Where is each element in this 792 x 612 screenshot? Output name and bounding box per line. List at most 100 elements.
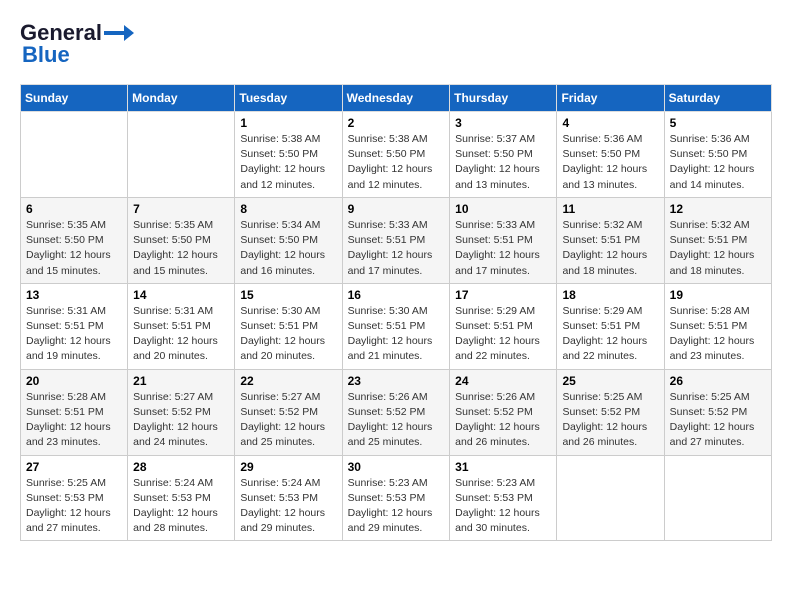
day-number: 24 bbox=[455, 374, 551, 388]
calendar-cell: 10 Sunrise: 5:33 AM Sunset: 5:51 PM Dayli… bbox=[450, 197, 557, 283]
calendar-cell: 25 Sunrise: 5:25 AM Sunset: 5:52 PM Dayli… bbox=[557, 369, 664, 455]
cell-details: Sunrise: 5:26 AM Sunset: 5:52 PM Dayligh… bbox=[348, 390, 445, 451]
day-number: 28 bbox=[133, 460, 229, 474]
day-number: 20 bbox=[26, 374, 122, 388]
calendar-cell: 17Sunrise: 5:29 AM Sunset: 5:51 PM Dayli… bbox=[450, 283, 557, 369]
weekday-header: Wednesday bbox=[342, 85, 450, 112]
cell-details: Sunrise: 5:37 AM Sunset: 5:50 PM Dayligh… bbox=[455, 132, 551, 193]
cell-details: Sunrise: 5:23 AM Sunset: 5:53 PM Dayligh… bbox=[455, 476, 551, 537]
calendar-cell bbox=[21, 112, 128, 198]
calendar-cell bbox=[664, 455, 771, 541]
cell-details: Sunrise: 5:33 AM Sunset: 5:51 PM Dayligh… bbox=[348, 218, 445, 279]
calendar-cell: 3 Sunrise: 5:37 AM Sunset: 5:50 PM Daylig… bbox=[450, 112, 557, 198]
calendar-cell: 21 Sunrise: 5:27 AM Sunset: 5:52 PM Dayli… bbox=[128, 369, 235, 455]
cell-details: Sunrise: 5:36 AM Sunset: 5:50 PM Dayligh… bbox=[562, 132, 658, 193]
day-number: 19 bbox=[670, 288, 766, 302]
day-number: 23 bbox=[348, 374, 445, 388]
calendar-week-row: 6 Sunrise: 5:35 AM Sunset: 5:50 PM Daylig… bbox=[21, 197, 772, 283]
calendar-cell: 19Sunrise: 5:28 AM Sunset: 5:51 PM Dayli… bbox=[664, 283, 771, 369]
cell-details: Sunrise: 5:32 AM Sunset: 5:51 PM Dayligh… bbox=[670, 218, 766, 279]
cell-details: Sunrise: 5:23 AM Sunset: 5:53 PM Dayligh… bbox=[348, 476, 445, 537]
day-number: 30 bbox=[348, 460, 445, 474]
cell-details: Sunrise: 5:29 AM Sunset: 5:51 PM Dayligh… bbox=[455, 304, 551, 365]
calendar-cell: 5 Sunrise: 5:36 AM Sunset: 5:50 PM Daylig… bbox=[664, 112, 771, 198]
cell-details: Sunrise: 5:30 AM Sunset: 5:51 PM Dayligh… bbox=[240, 304, 336, 365]
calendar-cell: 16 Sunrise: 5:30 AM Sunset: 5:51 PM Dayli… bbox=[342, 283, 450, 369]
day-number: 15 bbox=[240, 288, 336, 302]
weekday-header: Tuesday bbox=[235, 85, 342, 112]
weekday-header: Monday bbox=[128, 85, 235, 112]
day-number: 4 bbox=[562, 116, 658, 130]
day-number: 29 bbox=[240, 460, 336, 474]
cell-details: Sunrise: 5:25 AM Sunset: 5:52 PM Dayligh… bbox=[562, 390, 658, 451]
calendar-week-row: 1 Sunrise: 5:38 AM Sunset: 5:50 PM Daylig… bbox=[21, 112, 772, 198]
calendar-cell bbox=[128, 112, 235, 198]
calendar-cell: 24 Sunrise: 5:26 AM Sunset: 5:52 PM Dayli… bbox=[450, 369, 557, 455]
calendar-week-row: 27 Sunrise: 5:25 AM Sunset: 5:53 PM Dayli… bbox=[21, 455, 772, 541]
cell-details: Sunrise: 5:25 AM Sunset: 5:52 PM Dayligh… bbox=[670, 390, 766, 451]
day-number: 27 bbox=[26, 460, 122, 474]
cell-details: Sunrise: 5:27 AM Sunset: 5:52 PM Dayligh… bbox=[240, 390, 336, 451]
day-number: 25 bbox=[562, 374, 658, 388]
cell-details: Sunrise: 5:33 AM Sunset: 5:51 PM Dayligh… bbox=[455, 218, 551, 279]
day-number: 31 bbox=[455, 460, 551, 474]
cell-details: Sunrise: 5:38 AM Sunset: 5:50 PM Dayligh… bbox=[240, 132, 336, 193]
calendar-cell: 27 Sunrise: 5:25 AM Sunset: 5:53 PM Dayli… bbox=[21, 455, 128, 541]
cell-details: Sunrise: 5:24 AM Sunset: 5:53 PM Dayligh… bbox=[240, 476, 336, 537]
calendar-cell: 4 Sunrise: 5:36 AM Sunset: 5:50 PM Daylig… bbox=[557, 112, 664, 198]
day-number: 8 bbox=[240, 202, 336, 216]
calendar-cell: 29 Sunrise: 5:24 AM Sunset: 5:53 PM Dayli… bbox=[235, 455, 342, 541]
calendar-cell: 7Sunrise: 5:35 AM Sunset: 5:50 PM Daylig… bbox=[128, 197, 235, 283]
calendar-cell: 6 Sunrise: 5:35 AM Sunset: 5:50 PM Daylig… bbox=[21, 197, 128, 283]
calendar-cell: 8Sunrise: 5:34 AM Sunset: 5:50 PM Daylig… bbox=[235, 197, 342, 283]
weekday-header: Saturday bbox=[664, 85, 771, 112]
weekday-header: Sunday bbox=[21, 85, 128, 112]
calendar-week-row: 20Sunrise: 5:28 AM Sunset: 5:51 PM Dayli… bbox=[21, 369, 772, 455]
day-number: 1 bbox=[240, 116, 336, 130]
day-number: 16 bbox=[348, 288, 445, 302]
day-number: 11 bbox=[562, 202, 658, 216]
calendar-cell: 28Sunrise: 5:24 AM Sunset: 5:53 PM Dayli… bbox=[128, 455, 235, 541]
day-number: 12 bbox=[670, 202, 766, 216]
weekday-header: Friday bbox=[557, 85, 664, 112]
weekday-header: Thursday bbox=[450, 85, 557, 112]
calendar-cell: 26 Sunrise: 5:25 AM Sunset: 5:52 PM Dayli… bbox=[664, 369, 771, 455]
day-number: 13 bbox=[26, 288, 122, 302]
calendar-cell: 15 Sunrise: 5:30 AM Sunset: 5:51 PM Dayli… bbox=[235, 283, 342, 369]
cell-details: Sunrise: 5:32 AM Sunset: 5:51 PM Dayligh… bbox=[562, 218, 658, 279]
logo: General Blue bbox=[20, 20, 134, 68]
cell-details: Sunrise: 5:27 AM Sunset: 5:52 PM Dayligh… bbox=[133, 390, 229, 451]
logo-blue: Blue bbox=[22, 42, 70, 68]
cell-details: Sunrise: 5:35 AM Sunset: 5:50 PM Dayligh… bbox=[133, 218, 229, 279]
calendar-week-row: 13 Sunrise: 5:31 AM Sunset: 5:51 PM Dayli… bbox=[21, 283, 772, 369]
cell-details: Sunrise: 5:29 AM Sunset: 5:51 PM Dayligh… bbox=[562, 304, 658, 365]
calendar-cell: 14Sunrise: 5:31 AM Sunset: 5:51 PM Dayli… bbox=[128, 283, 235, 369]
day-number: 2 bbox=[348, 116, 445, 130]
calendar-cell: 2Sunrise: 5:38 AM Sunset: 5:50 PM Daylig… bbox=[342, 112, 450, 198]
calendar-cell: 30 Sunrise: 5:23 AM Sunset: 5:53 PM Dayli… bbox=[342, 455, 450, 541]
day-number: 22 bbox=[240, 374, 336, 388]
cell-details: Sunrise: 5:25 AM Sunset: 5:53 PM Dayligh… bbox=[26, 476, 122, 537]
calendar-cell: 9 Sunrise: 5:33 AM Sunset: 5:51 PM Daylig… bbox=[342, 197, 450, 283]
day-number: 5 bbox=[670, 116, 766, 130]
calendar-cell: 18 Sunrise: 5:29 AM Sunset: 5:51 PM Dayli… bbox=[557, 283, 664, 369]
calendar-cell: 12 Sunrise: 5:32 AM Sunset: 5:51 PM Dayli… bbox=[664, 197, 771, 283]
day-number: 18 bbox=[562, 288, 658, 302]
calendar-table: SundayMondayTuesdayWednesdayThursdayFrid… bbox=[20, 84, 772, 541]
day-number: 9 bbox=[348, 202, 445, 216]
day-number: 21 bbox=[133, 374, 229, 388]
page-header: General Blue bbox=[20, 20, 772, 68]
calendar-cell: 23 Sunrise: 5:26 AM Sunset: 5:52 PM Dayli… bbox=[342, 369, 450, 455]
calendar-cell: 20Sunrise: 5:28 AM Sunset: 5:51 PM Dayli… bbox=[21, 369, 128, 455]
cell-details: Sunrise: 5:36 AM Sunset: 5:50 PM Dayligh… bbox=[670, 132, 766, 193]
calendar-cell: 1 Sunrise: 5:38 AM Sunset: 5:50 PM Daylig… bbox=[235, 112, 342, 198]
day-number: 10 bbox=[455, 202, 551, 216]
calendar-cell: 31 Sunrise: 5:23 AM Sunset: 5:53 PM Dayli… bbox=[450, 455, 557, 541]
cell-details: Sunrise: 5:35 AM Sunset: 5:50 PM Dayligh… bbox=[26, 218, 122, 279]
day-number: 3 bbox=[455, 116, 551, 130]
cell-details: Sunrise: 5:26 AM Sunset: 5:52 PM Dayligh… bbox=[455, 390, 551, 451]
cell-details: Sunrise: 5:31 AM Sunset: 5:51 PM Dayligh… bbox=[26, 304, 122, 365]
day-number: 6 bbox=[26, 202, 122, 216]
cell-details: Sunrise: 5:30 AM Sunset: 5:51 PM Dayligh… bbox=[348, 304, 445, 365]
day-number: 26 bbox=[670, 374, 766, 388]
